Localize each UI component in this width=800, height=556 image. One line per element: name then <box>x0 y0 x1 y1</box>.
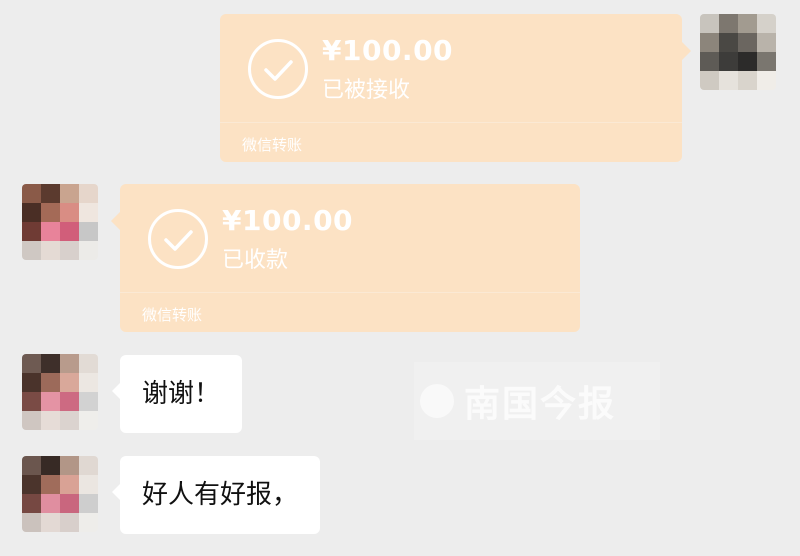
check-circle-icon <box>248 39 308 99</box>
transfer-status: 已被接收 <box>322 78 411 103</box>
contact-avatar[interactable] <box>22 184 98 260</box>
check-circle-icon <box>148 209 208 269</box>
message-text: 好人有好报， <box>142 480 299 510</box>
bubble-tail <box>112 484 120 500</box>
bubble-tail <box>111 212 120 230</box>
transfer-bubble-sent[interactable]: ¥100.00 已被接收 微信转账 <box>220 14 691 162</box>
text-message[interactable]: 谢谢！ <box>112 355 243 433</box>
message-text: 谢谢！ <box>142 379 221 409</box>
transfer-footer: 微信转账 <box>142 306 203 324</box>
transfer-bubble-received[interactable]: ¥100.00 已收款 微信转账 <box>111 184 580 332</box>
text-message[interactable]: 好人有好报， <box>112 456 321 534</box>
transfer-status: 已收款 <box>222 248 289 273</box>
transfer-footer: 微信转账 <box>242 136 303 154</box>
transfer-divider <box>220 122 682 123</box>
bubble-tail <box>682 42 691 60</box>
contact-avatar[interactable] <box>22 354 98 430</box>
watermark-text: 南国今报 <box>464 383 617 425</box>
transfer-amount: ¥100.00 <box>322 34 454 67</box>
sender-avatar[interactable] <box>700 14 776 90</box>
watermark-logo-icon <box>420 384 454 418</box>
bubble-tail <box>112 383 120 399</box>
transfer-divider <box>120 292 580 293</box>
newspaper-watermark: 南国今报 <box>414 362 660 440</box>
contact-avatar[interactable] <box>22 456 98 532</box>
transfer-amount: ¥100.00 <box>222 204 354 237</box>
